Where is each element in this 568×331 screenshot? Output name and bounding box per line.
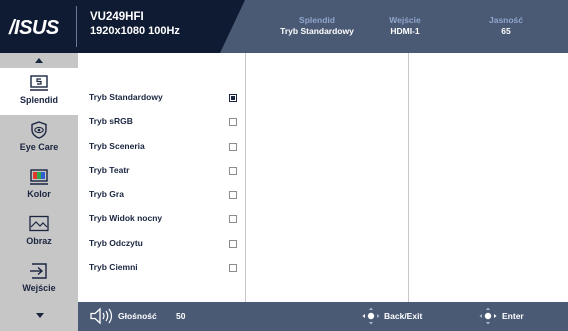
header-stat-brightness: Jasność 65 <box>451 15 561 37</box>
option-checkbox[interactable] <box>229 264 237 272</box>
osd-header: /ISUS VU249HFI 1920x1080 100Hz Splendid … <box>0 0 568 53</box>
logo-divider <box>76 6 77 47</box>
sidebar-footer <box>0 302 78 331</box>
color-icon <box>30 169 48 185</box>
option-checkbox[interactable] <box>229 191 237 199</box>
sidebar-item-eye-care[interactable]: Eye Care <box>0 115 78 162</box>
header-stat-value: 65 <box>501 26 511 36</box>
header-stat-input: Wejście HDMI-1 <box>350 15 460 37</box>
osd-footer: Głośność 50 Back/Exit Enter <box>78 302 568 331</box>
option-tryb-teatr[interactable]: Tryb Teatr <box>89 165 239 179</box>
asus-logo: /ISUS <box>8 17 60 39</box>
sidebar-item-label: Wejście <box>22 283 56 293</box>
option-checkbox[interactable] <box>229 118 237 126</box>
scroll-down-arrow-icon[interactable] <box>36 313 44 318</box>
sidebar-item-color[interactable]: Kolor <box>0 162 78 209</box>
sidebar-item-input[interactable]: Wejście <box>0 256 78 303</box>
sidebar-item-label: Splendid <box>20 95 58 105</box>
enter-joystick-icon <box>479 307 497 325</box>
option-label: Tryb Ciemni <box>89 262 138 272</box>
monitor-model: VU249HFI <box>90 11 144 23</box>
option-checkbox[interactable] <box>229 167 237 175</box>
sidebar-item-label: Kolor <box>27 189 51 199</box>
option-label: Tryb sRGB <box>89 116 133 126</box>
splendid-icon <box>30 75 48 91</box>
eye-care-icon <box>31 121 47 139</box>
option-tryb-srgb[interactable]: Tryb sRGB <box>89 116 239 130</box>
input-icon <box>30 263 47 279</box>
option-tryb-sceneria[interactable]: Tryb Sceneria <box>89 141 239 155</box>
option-label: Tryb Widok nocny <box>89 213 163 223</box>
column-divider <box>408 53 409 302</box>
option-tryb-ciemni[interactable]: Tryb Ciemni <box>89 262 239 276</box>
header-stat-label: Jasność <box>488 15 524 25</box>
option-label: Tryb Gra <box>89 189 124 199</box>
column-divider <box>245 53 246 302</box>
option-checkbox[interactable] <box>229 215 237 223</box>
scroll-up-arrow-icon[interactable] <box>0 53 78 67</box>
enter-label: Enter <box>502 311 524 321</box>
option-checkbox-checked[interactable] <box>229 94 237 102</box>
option-checkbox[interactable] <box>229 240 237 248</box>
option-tryb-odczytu[interactable]: Tryb Odczytu <box>89 238 239 252</box>
image-icon <box>29 215 49 232</box>
option-tryb-gra[interactable]: Tryb Gra <box>89 189 239 203</box>
option-tryb-widok-nocny[interactable]: Tryb Widok nocny <box>89 213 239 227</box>
sidebar-item-splendid[interactable]: Splendid <box>0 68 78 115</box>
sidebar-item-label: Obraz <box>26 236 52 246</box>
option-label: Tryb Sceneria <box>89 141 145 151</box>
back-exit-joystick-icon <box>362 307 380 325</box>
back-exit-label: Back/Exit <box>384 311 423 321</box>
option-label: Tryb Standardowy <box>89 92 163 102</box>
option-label: Tryb Teatr <box>89 165 130 175</box>
volume-value: 50 <box>176 311 186 321</box>
option-tryb-standardowy[interactable]: Tryb Standardowy <box>89 92 239 106</box>
option-label: Tryb Odczytu <box>89 238 143 248</box>
monitor-resolution: 1920x1080 100Hz <box>90 25 180 37</box>
menu-sidebar: Splendid Eye Care Kolor Obraz Wejście <box>0 53 78 302</box>
volume-label: Głośność <box>118 311 157 321</box>
options-panel: Tryb Standardowy Tryb sRGB Tryb Sceneria… <box>78 53 568 302</box>
volume-icon <box>90 307 113 325</box>
header-stat-value: HDMI-1 <box>390 26 420 36</box>
sidebar-item-image[interactable]: Obraz <box>0 209 78 256</box>
sidebar-item-label: Eye Care <box>19 142 59 152</box>
header-stat-label: Wejście <box>389 15 421 25</box>
svg-text:/ISUS: /ISUS <box>8 17 60 39</box>
option-checkbox[interactable] <box>229 143 237 151</box>
